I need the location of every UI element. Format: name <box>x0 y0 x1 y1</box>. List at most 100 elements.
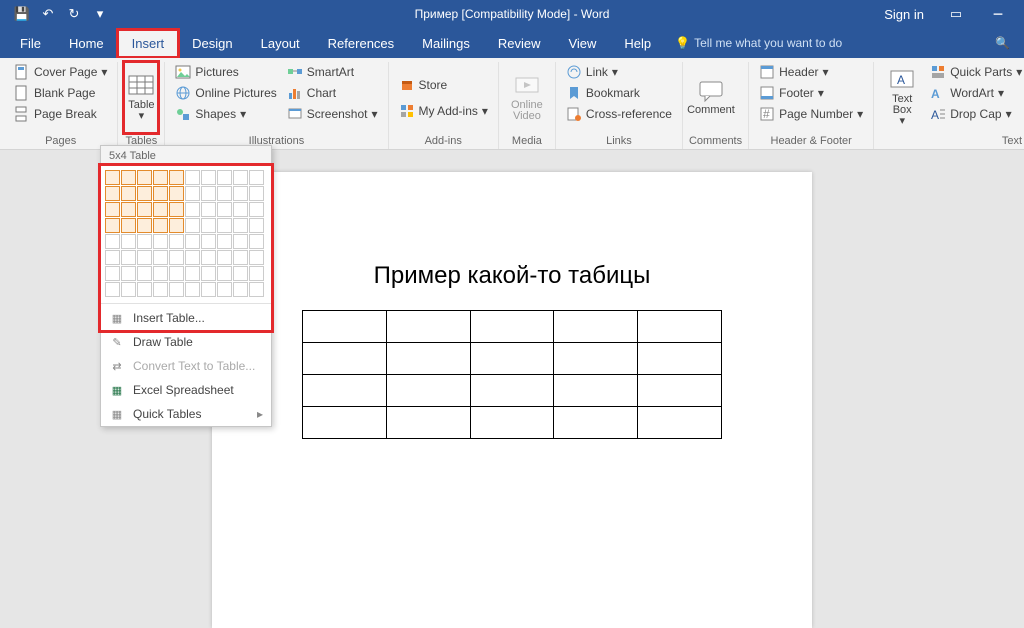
grid-cell[interactable] <box>137 186 152 201</box>
tab-home[interactable]: Home <box>55 30 118 57</box>
online-video[interactable]: Online Video <box>505 62 549 133</box>
grid-cell[interactable] <box>153 250 168 265</box>
bookmark[interactable]: Bookmark <box>562 83 676 103</box>
save-icon[interactable]: 💾 <box>10 3 34 25</box>
grid-cell[interactable] <box>233 234 248 249</box>
grid-cell[interactable] <box>105 218 120 233</box>
grid-cell[interactable] <box>105 202 120 217</box>
grid-cell[interactable] <box>137 250 152 265</box>
grid-cell[interactable] <box>185 266 200 281</box>
online-pictures[interactable]: Online Pictures <box>171 83 280 103</box>
grid-cell[interactable] <box>201 282 216 297</box>
grid-cell[interactable] <box>137 170 152 185</box>
tab-mailings[interactable]: Mailings <box>408 30 484 57</box>
tell-me-input[interactable]: 💡 Tell me what you want to do <box>675 36 842 50</box>
grid-cell[interactable] <box>201 250 216 265</box>
grid-cell[interactable] <box>201 170 216 185</box>
grid-cell[interactable] <box>249 202 264 217</box>
table-size-grid[interactable] <box>105 170 267 297</box>
grid-cell[interactable] <box>137 282 152 297</box>
grid-cell[interactable] <box>169 186 184 201</box>
grid-cell[interactable] <box>185 218 200 233</box>
grid-cell[interactable] <box>249 170 264 185</box>
cross-reference[interactable]: Cross-reference <box>562 104 676 124</box>
grid-cell[interactable] <box>233 202 248 217</box>
grid-cell[interactable] <box>185 170 200 185</box>
grid-cell[interactable] <box>121 218 136 233</box>
grid-cell[interactable] <box>217 234 232 249</box>
share-icon[interactable]: 🔍 <box>981 30 1024 56</box>
grid-cell[interactable] <box>137 266 152 281</box>
tab-view[interactable]: View <box>554 30 610 57</box>
grid-cell[interactable] <box>121 250 136 265</box>
grid-cell[interactable] <box>217 282 232 297</box>
grid-cell[interactable] <box>201 234 216 249</box>
grid-cell[interactable] <box>201 186 216 201</box>
page-number[interactable]: #Page Number ▾ <box>755 104 867 124</box>
grid-cell[interactable] <box>153 170 168 185</box>
grid-cell[interactable] <box>105 186 120 201</box>
blank-page[interactable]: Blank Page <box>10 83 111 103</box>
grid-cell[interactable] <box>185 234 200 249</box>
tab-design[interactable]: Design <box>178 30 246 57</box>
grid-cell[interactable] <box>249 266 264 281</box>
grid-cell[interactable] <box>249 186 264 201</box>
grid-cell[interactable] <box>217 250 232 265</box>
minimize-icon[interactable]: − <box>978 3 1018 25</box>
wordart[interactable]: AWordArt ▾ <box>926 83 1024 103</box>
tab-insert[interactable]: Insert <box>118 30 179 57</box>
grid-cell[interactable] <box>233 250 248 265</box>
shapes[interactable]: Shapes ▾ <box>171 104 280 124</box>
grid-cell[interactable] <box>137 234 152 249</box>
grid-cell[interactable] <box>105 170 120 185</box>
grid-cell[interactable] <box>121 202 136 217</box>
grid-cell[interactable] <box>121 186 136 201</box>
grid-cell[interactable] <box>169 266 184 281</box>
undo-icon[interactable]: ↶ <box>36 3 60 25</box>
grid-cell[interactable] <box>201 266 216 281</box>
grid-cell[interactable] <box>185 282 200 297</box>
grid-cell[interactable] <box>137 202 152 217</box>
grid-cell[interactable] <box>233 266 248 281</box>
chart[interactable]: Chart <box>283 83 382 103</box>
grid-cell[interactable] <box>185 186 200 201</box>
insert-table-menu[interactable]: ▦Insert Table... <box>101 306 271 330</box>
doc-table[interactable] <box>302 310 722 439</box>
quick-parts[interactable]: Quick Parts ▾ <box>926 62 1024 82</box>
link[interactable]: Link ▾ <box>562 62 676 82</box>
drop-cap[interactable]: ADrop Cap ▾ <box>926 104 1024 124</box>
grid-cell[interactable] <box>201 218 216 233</box>
page-break[interactable]: Page Break <box>10 104 111 124</box>
sign-in[interactable]: Sign in <box>874 3 934 25</box>
grid-cell[interactable] <box>217 170 232 185</box>
grid-cell[interactable] <box>233 170 248 185</box>
grid-cell[interactable] <box>185 250 200 265</box>
redo-icon[interactable]: ↻ <box>62 3 86 25</box>
tab-layout[interactable]: Layout <box>247 30 314 57</box>
grid-cell[interactable] <box>105 282 120 297</box>
grid-cell[interactable] <box>105 266 120 281</box>
grid-cell[interactable] <box>249 250 264 265</box>
grid-cell[interactable] <box>185 202 200 217</box>
quick-tables-menu[interactable]: ▦Quick Tables▸ <box>101 402 271 426</box>
my-addins[interactable]: My Add-ins ▾ <box>395 101 492 121</box>
grid-cell[interactable] <box>217 202 232 217</box>
grid-cell[interactable] <box>233 218 248 233</box>
grid-cell[interactable] <box>105 250 120 265</box>
grid-cell[interactable] <box>153 202 168 217</box>
grid-cell[interactable] <box>121 234 136 249</box>
doc-heading[interactable]: Пример какой-то табицы <box>272 262 752 290</box>
grid-cell[interactable] <box>137 218 152 233</box>
grid-cell[interactable] <box>217 186 232 201</box>
comment[interactable]: Comment <box>689 62 733 133</box>
grid-cell[interactable] <box>169 234 184 249</box>
draw-table-menu[interactable]: ✎Draw Table <box>101 330 271 354</box>
grid-cell[interactable] <box>153 282 168 297</box>
table-button[interactable]: Table▾ <box>124 62 158 133</box>
grid-cell[interactable] <box>153 218 168 233</box>
screenshot[interactable]: Screenshot ▾ <box>283 104 382 124</box>
grid-cell[interactable] <box>169 282 184 297</box>
ribbon-display-icon[interactable]: ▭ <box>936 3 976 25</box>
page[interactable]: Пример какой-то табицы <box>212 172 812 628</box>
tab-help[interactable]: Help <box>610 30 665 57</box>
